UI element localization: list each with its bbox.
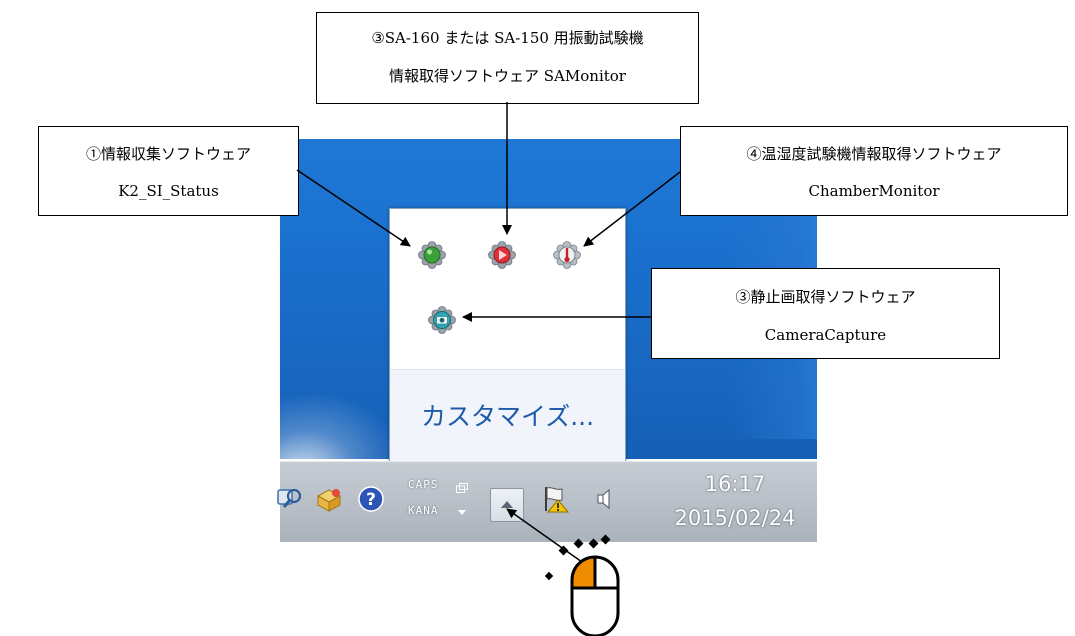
click-spark-2 [573, 538, 584, 549]
callout-k2-si-status: ①情報収集ソフトウェア K2_SI_Status [38, 126, 299, 216]
sa-monitor-icon[interactable] [488, 241, 516, 269]
package-icon[interactable] [314, 484, 344, 514]
callout-chamber-monitor-line1: ④温湿度試験機情報取得ソフトウェア [746, 145, 1002, 163]
callout-sa-monitor: ③SA-160 または SA-150 用振動試験機 情報取得ソフトウェア SAM… [316, 12, 699, 104]
callout-chamber-monitor: ④温湿度試験機情報取得ソフトウェア ChamberMonitor [680, 126, 1068, 216]
action-center-flag-icon[interactable] [540, 484, 570, 514]
help-icon[interactable]: ? [356, 484, 386, 514]
callout-sa-monitor-line1: ③SA-160 または SA-150 用振動試験機 [371, 29, 644, 47]
click-spark-3 [588, 538, 599, 549]
mouse-click-illustration [544, 534, 620, 636]
volume-icon[interactable] [590, 484, 620, 514]
chevron-up-icon [501, 501, 513, 508]
callout-camera-capture-line2: CameraCapture [764, 326, 887, 344]
ime-window-icon [456, 478, 468, 493]
network-search-icon[interactable] [276, 484, 306, 514]
callout-chamber-monitor-line2: ChamberMonitor [808, 182, 940, 200]
ime-caps-label: CAPS [408, 478, 439, 491]
callout-camera-capture-line1: ③静止画取得ソフトウェア [735, 288, 916, 306]
clock-date[interactable]: 2015/02/24 [660, 506, 810, 530]
camera-capture-icon[interactable] [428, 306, 456, 334]
chamber-monitor-icon[interactable] [553, 241, 581, 269]
callout-sa-monitor-line2: 情報取得ソフトウェア SAMonitor [389, 67, 626, 85]
svg-text:?: ? [366, 490, 376, 510]
click-spark-5 [544, 571, 554, 581]
show-hidden-icons-button[interactable] [490, 488, 524, 522]
ime-dropdown-icon [458, 510, 466, 515]
ime-kana-label: KANA [408, 504, 439, 517]
customize-link[interactable]: カスタマイズ... [390, 370, 625, 463]
click-spark-1 [558, 545, 569, 556]
callout-camera-capture: ③静止画取得ソフトウェア CameraCapture [651, 268, 1000, 359]
callout-k2-si-status-line2: K2_SI_Status [118, 182, 219, 200]
callout-k2-si-status-line1: ①情報収集ソフトウェア [85, 145, 251, 163]
popup-footer: カスタマイズ... [390, 369, 625, 463]
k2-si-status-icon[interactable] [418, 241, 446, 269]
click-spark-4 [600, 534, 611, 545]
notification-overflow-popup: カスタマイズ... [389, 208, 626, 463]
ime-indicator[interactable]: CAPS KANA [406, 472, 476, 532]
clock-time[interactable]: 16:17 [660, 472, 810, 496]
hidden-icons-area [390, 209, 625, 369]
